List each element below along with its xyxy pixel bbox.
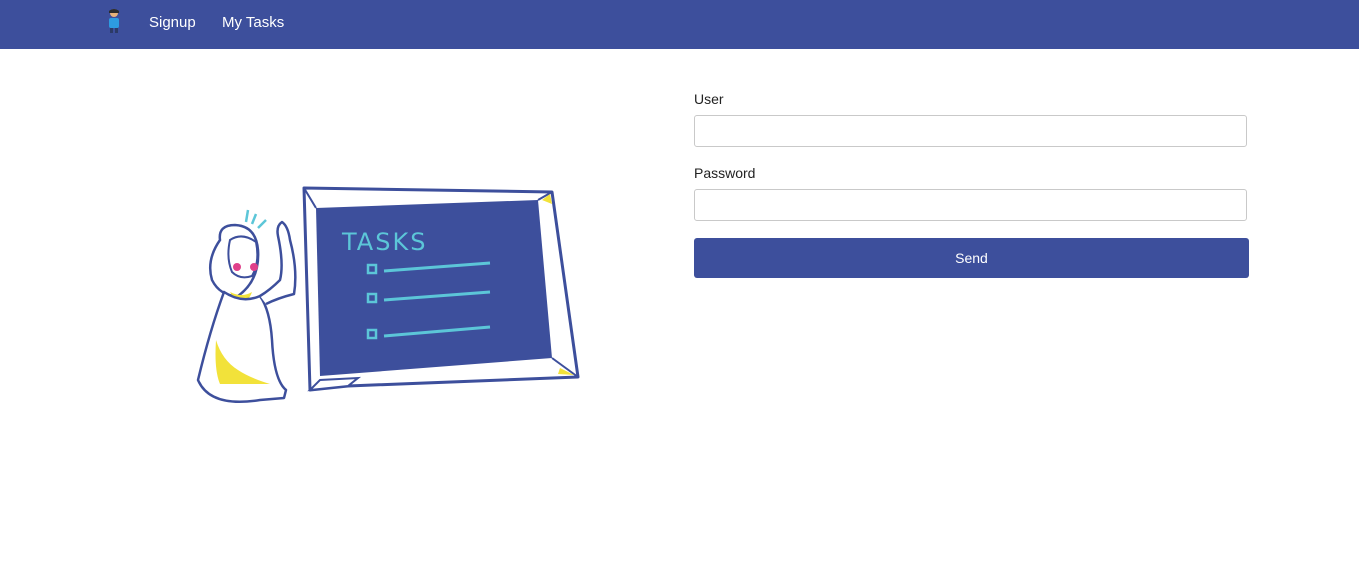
board-title: TASKS: [341, 228, 427, 256]
password-input[interactable]: [694, 189, 1247, 221]
user-input[interactable]: [694, 115, 1247, 147]
nav-signup-link[interactable]: Signup: [149, 14, 196, 32]
send-button[interactable]: Send: [694, 238, 1249, 278]
nav-my-tasks-link[interactable]: My Tasks: [222, 14, 284, 32]
user-label: User: [694, 91, 724, 107]
password-label: Password: [694, 165, 756, 181]
person-icon[interactable]: [104, 8, 124, 34]
top-navbar: Signup My Tasks: [0, 0, 1359, 49]
tasks-board-illustration: TASKS: [196, 186, 580, 404]
